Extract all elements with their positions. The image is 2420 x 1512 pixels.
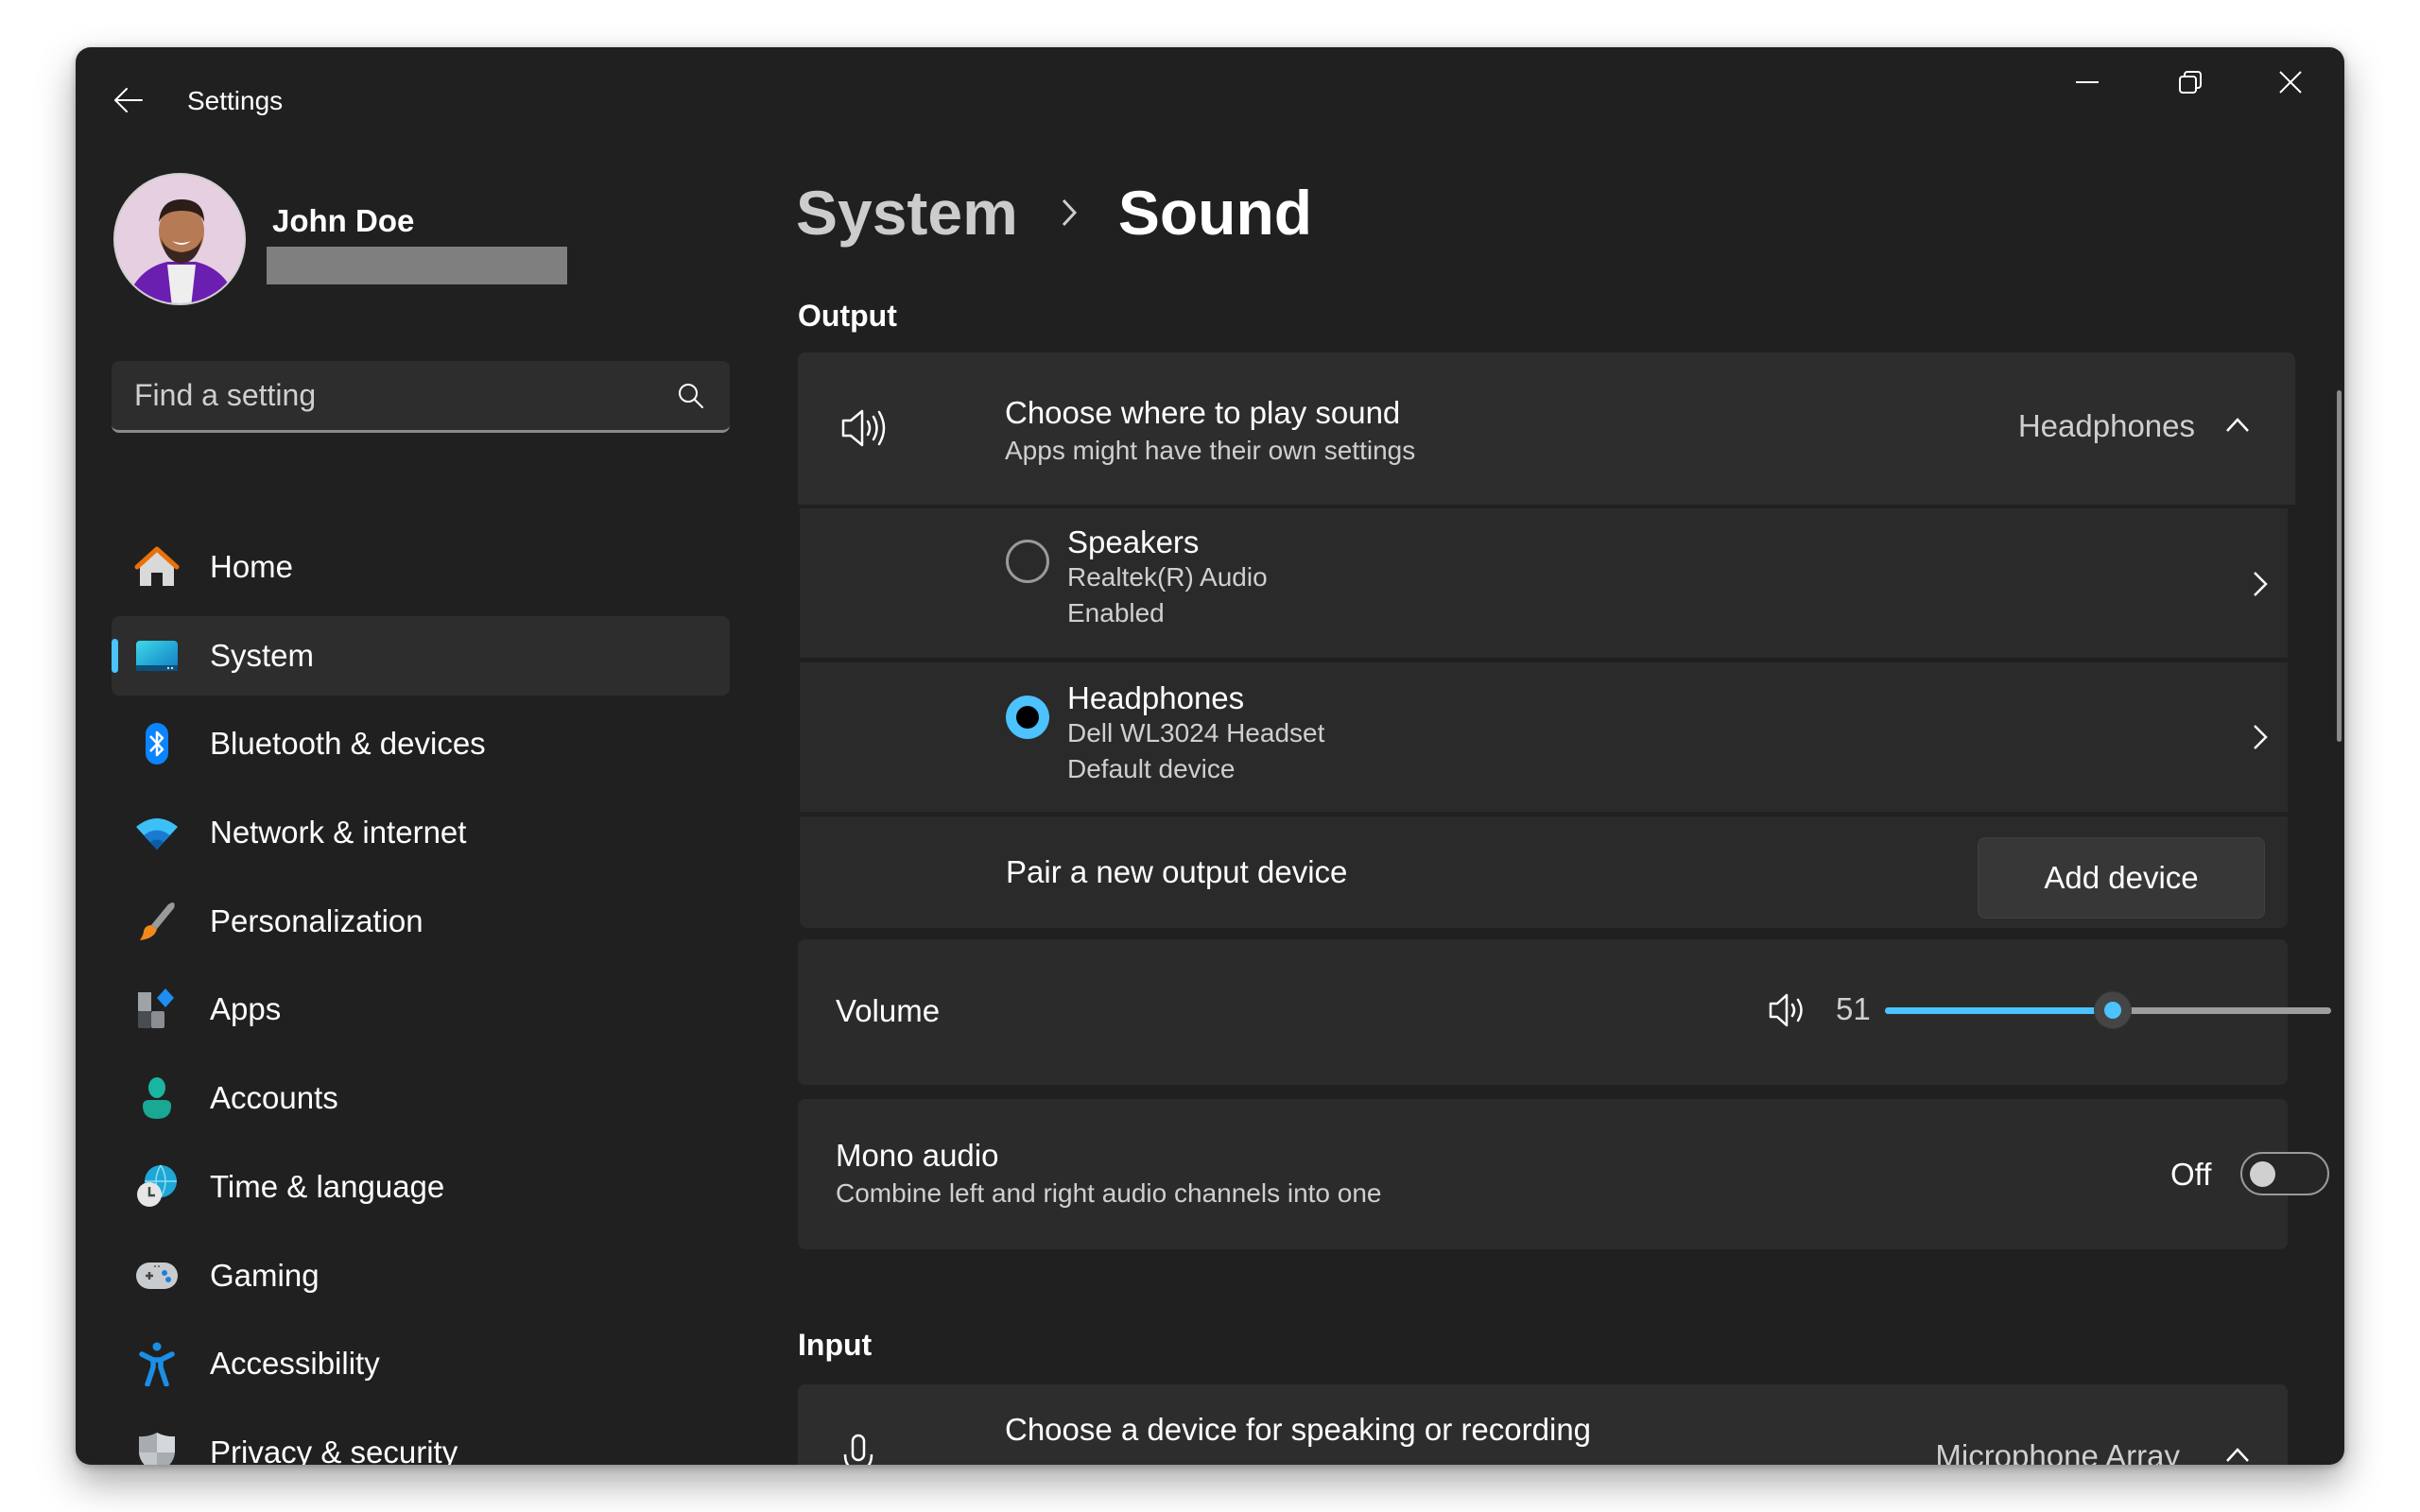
restore-icon bbox=[2179, 71, 2202, 94]
back-arrow-icon bbox=[114, 88, 143, 112]
radio-headphones[interactable] bbox=[1006, 696, 1049, 739]
sidebar-item-gaming[interactable]: Gaming bbox=[112, 1236, 730, 1315]
selection-indicator bbox=[112, 638, 118, 673]
apps-icon bbox=[138, 988, 174, 1029]
device-detail: Realtek(R) Audio bbox=[1067, 562, 1268, 592]
choose-output-expander[interactable]: Choose where to play sound Apps might ha… bbox=[798, 352, 2295, 505]
shield-icon bbox=[139, 1432, 175, 1465]
sidebar-item-label: Privacy & security bbox=[210, 1434, 458, 1465]
choose-input-expander[interactable]: Choose a device for speaking or recordin… bbox=[798, 1384, 2288, 1465]
back-button[interactable] bbox=[110, 83, 147, 117]
volume-card: Volume 51 bbox=[798, 939, 2331, 1085]
gamepad-icon bbox=[136, 1262, 178, 1289]
chevron-right-icon bbox=[1062, 198, 1077, 227]
sidebar-item-label: Network & internet bbox=[210, 815, 467, 850]
restore-button[interactable] bbox=[2156, 59, 2224, 106]
sidebar-item-apps[interactable]: Apps bbox=[112, 970, 730, 1049]
device-detail: Dell WL3024 Headset bbox=[1067, 718, 1325, 747]
paintbrush-icon bbox=[140, 902, 175, 940]
choose-input-title: Choose a device for speaking or recordin… bbox=[1005, 1412, 1592, 1447]
selected-input-value: Microphone Array bbox=[1935, 1438, 2180, 1465]
minimize-icon bbox=[2076, 81, 2099, 83]
avatar[interactable] bbox=[113, 173, 246, 305]
slider-fill bbox=[1885, 1007, 2113, 1014]
sidebar-item-label: Home bbox=[210, 549, 294, 584]
person-icon bbox=[143, 1077, 171, 1120]
choose-output-subtitle: Apps might have their own settings bbox=[1005, 436, 1416, 465]
breadcrumb-parent[interactable]: System bbox=[796, 170, 1018, 255]
scrollbar-thumb[interactable] bbox=[2337, 390, 2342, 742]
sidebar-item-system[interactable]: System bbox=[112, 615, 730, 696]
volume-label: Volume bbox=[836, 993, 941, 1028]
accessibility-icon bbox=[139, 1342, 175, 1387]
sidebar-item-label: Accessibility bbox=[210, 1346, 380, 1382]
mono-audio-card: Mono audio Combine left and right audio … bbox=[798, 1099, 2329, 1249]
mono-audio-title: Mono audio bbox=[836, 1138, 999, 1173]
section-title-input: Input bbox=[798, 1328, 873, 1362]
search-input[interactable] bbox=[134, 361, 664, 430]
microphone-icon bbox=[843, 1434, 873, 1465]
device-name: Speakers bbox=[1067, 524, 1200, 559]
selected-output-value: Headphones bbox=[2017, 408, 2195, 443]
pair-device-row: Pair a new output device Add device bbox=[800, 816, 2288, 928]
wifi-icon bbox=[136, 818, 178, 850]
chevron-up-icon[interactable] bbox=[2221, 1439, 2254, 1465]
output-device-row[interactable]: Headphones Dell WL3024 Headset Default d… bbox=[800, 662, 2288, 812]
chevron-up-icon[interactable] bbox=[2221, 409, 2254, 441]
toggle-knob bbox=[2250, 1161, 2275, 1187]
slider-thumb[interactable] bbox=[2093, 991, 2132, 1029]
device-name: Headphones bbox=[1067, 680, 1245, 715]
close-button[interactable] bbox=[2256, 59, 2325, 106]
add-device-button[interactable]: Add device bbox=[1978, 837, 2265, 919]
app-title: Settings bbox=[187, 86, 284, 115]
sidebar-item-bluetooth[interactable]: Bluetooth & devices bbox=[112, 704, 730, 783]
close-icon bbox=[2279, 71, 2302, 94]
home-icon bbox=[134, 546, 180, 586]
avatar-photo-icon bbox=[115, 175, 244, 303]
sidebar-item-label: Apps bbox=[210, 991, 282, 1027]
breadcrumb: System Sound bbox=[796, 170, 1312, 255]
speaker-icon bbox=[841, 409, 886, 447]
radio-speakers[interactable] bbox=[1006, 540, 1049, 583]
sidebar-item-label: Accounts bbox=[210, 1080, 338, 1116]
device-status: Default device bbox=[1067, 754, 1236, 783]
output-device-row[interactable]: Speakers Realtek(R) Audio Enabled bbox=[800, 508, 2288, 658]
choose-output-title: Choose where to play sound bbox=[1005, 395, 1401, 430]
sidebar-item-label: Time & language bbox=[210, 1168, 445, 1204]
sidebar-item-accessibility[interactable]: Accessibility bbox=[112, 1324, 730, 1403]
sidebar-item-label: System bbox=[210, 637, 315, 673]
page-title: Sound bbox=[1117, 178, 1313, 248]
sidebar-item-label: Personalization bbox=[210, 902, 424, 938]
sidebar-item-label: Bluetooth & devices bbox=[210, 726, 486, 762]
globe-clock-icon bbox=[137, 1164, 177, 1207]
search-icon[interactable] bbox=[677, 382, 705, 410]
system-icon bbox=[136, 640, 178, 671]
minimize-button[interactable] bbox=[2053, 59, 2121, 106]
mono-audio-state: Off bbox=[2170, 1157, 2212, 1192]
sidebar-item-personalization[interactable]: Personalization bbox=[112, 882, 730, 961]
sidebar-nav: Home System Bluetooth & devices Network … bbox=[112, 527, 730, 1465]
bluetooth-icon bbox=[146, 723, 168, 765]
pair-device-label: Pair a new output device bbox=[1006, 854, 1348, 889]
device-status: Enabled bbox=[1067, 598, 1165, 627]
settings-window: Settings John Doe Find a setting Home Sy… bbox=[76, 47, 2344, 1465]
sidebar-item-network[interactable]: Network & internet bbox=[112, 793, 730, 872]
sidebar-item-accounts[interactable]: Accounts bbox=[112, 1058, 730, 1138]
search-box[interactable] bbox=[112, 361, 730, 433]
user-email-redacted bbox=[267, 247, 567, 284]
sidebar-item-privacy-security[interactable]: Privacy & security bbox=[112, 1413, 730, 1465]
mono-audio-toggle[interactable] bbox=[2240, 1152, 2329, 1195]
volume-value: 51 bbox=[1836, 991, 1871, 1026]
section-title-output: Output bbox=[798, 299, 897, 333]
sidebar-item-label: Gaming bbox=[210, 1257, 320, 1293]
chevron-right-icon[interactable] bbox=[2244, 568, 2276, 600]
mono-audio-subtitle: Combine left and right audio channels in… bbox=[836, 1178, 1382, 1208]
sidebar-item-home[interactable]: Home bbox=[112, 527, 730, 607]
volume-slider[interactable] bbox=[1885, 991, 2331, 1029]
volume-icon[interactable] bbox=[1768, 989, 1809, 1031]
sidebar-item-time-language[interactable]: Time & language bbox=[112, 1147, 730, 1227]
chevron-right-icon[interactable] bbox=[2244, 721, 2276, 753]
user-name: John Doe bbox=[272, 203, 415, 238]
